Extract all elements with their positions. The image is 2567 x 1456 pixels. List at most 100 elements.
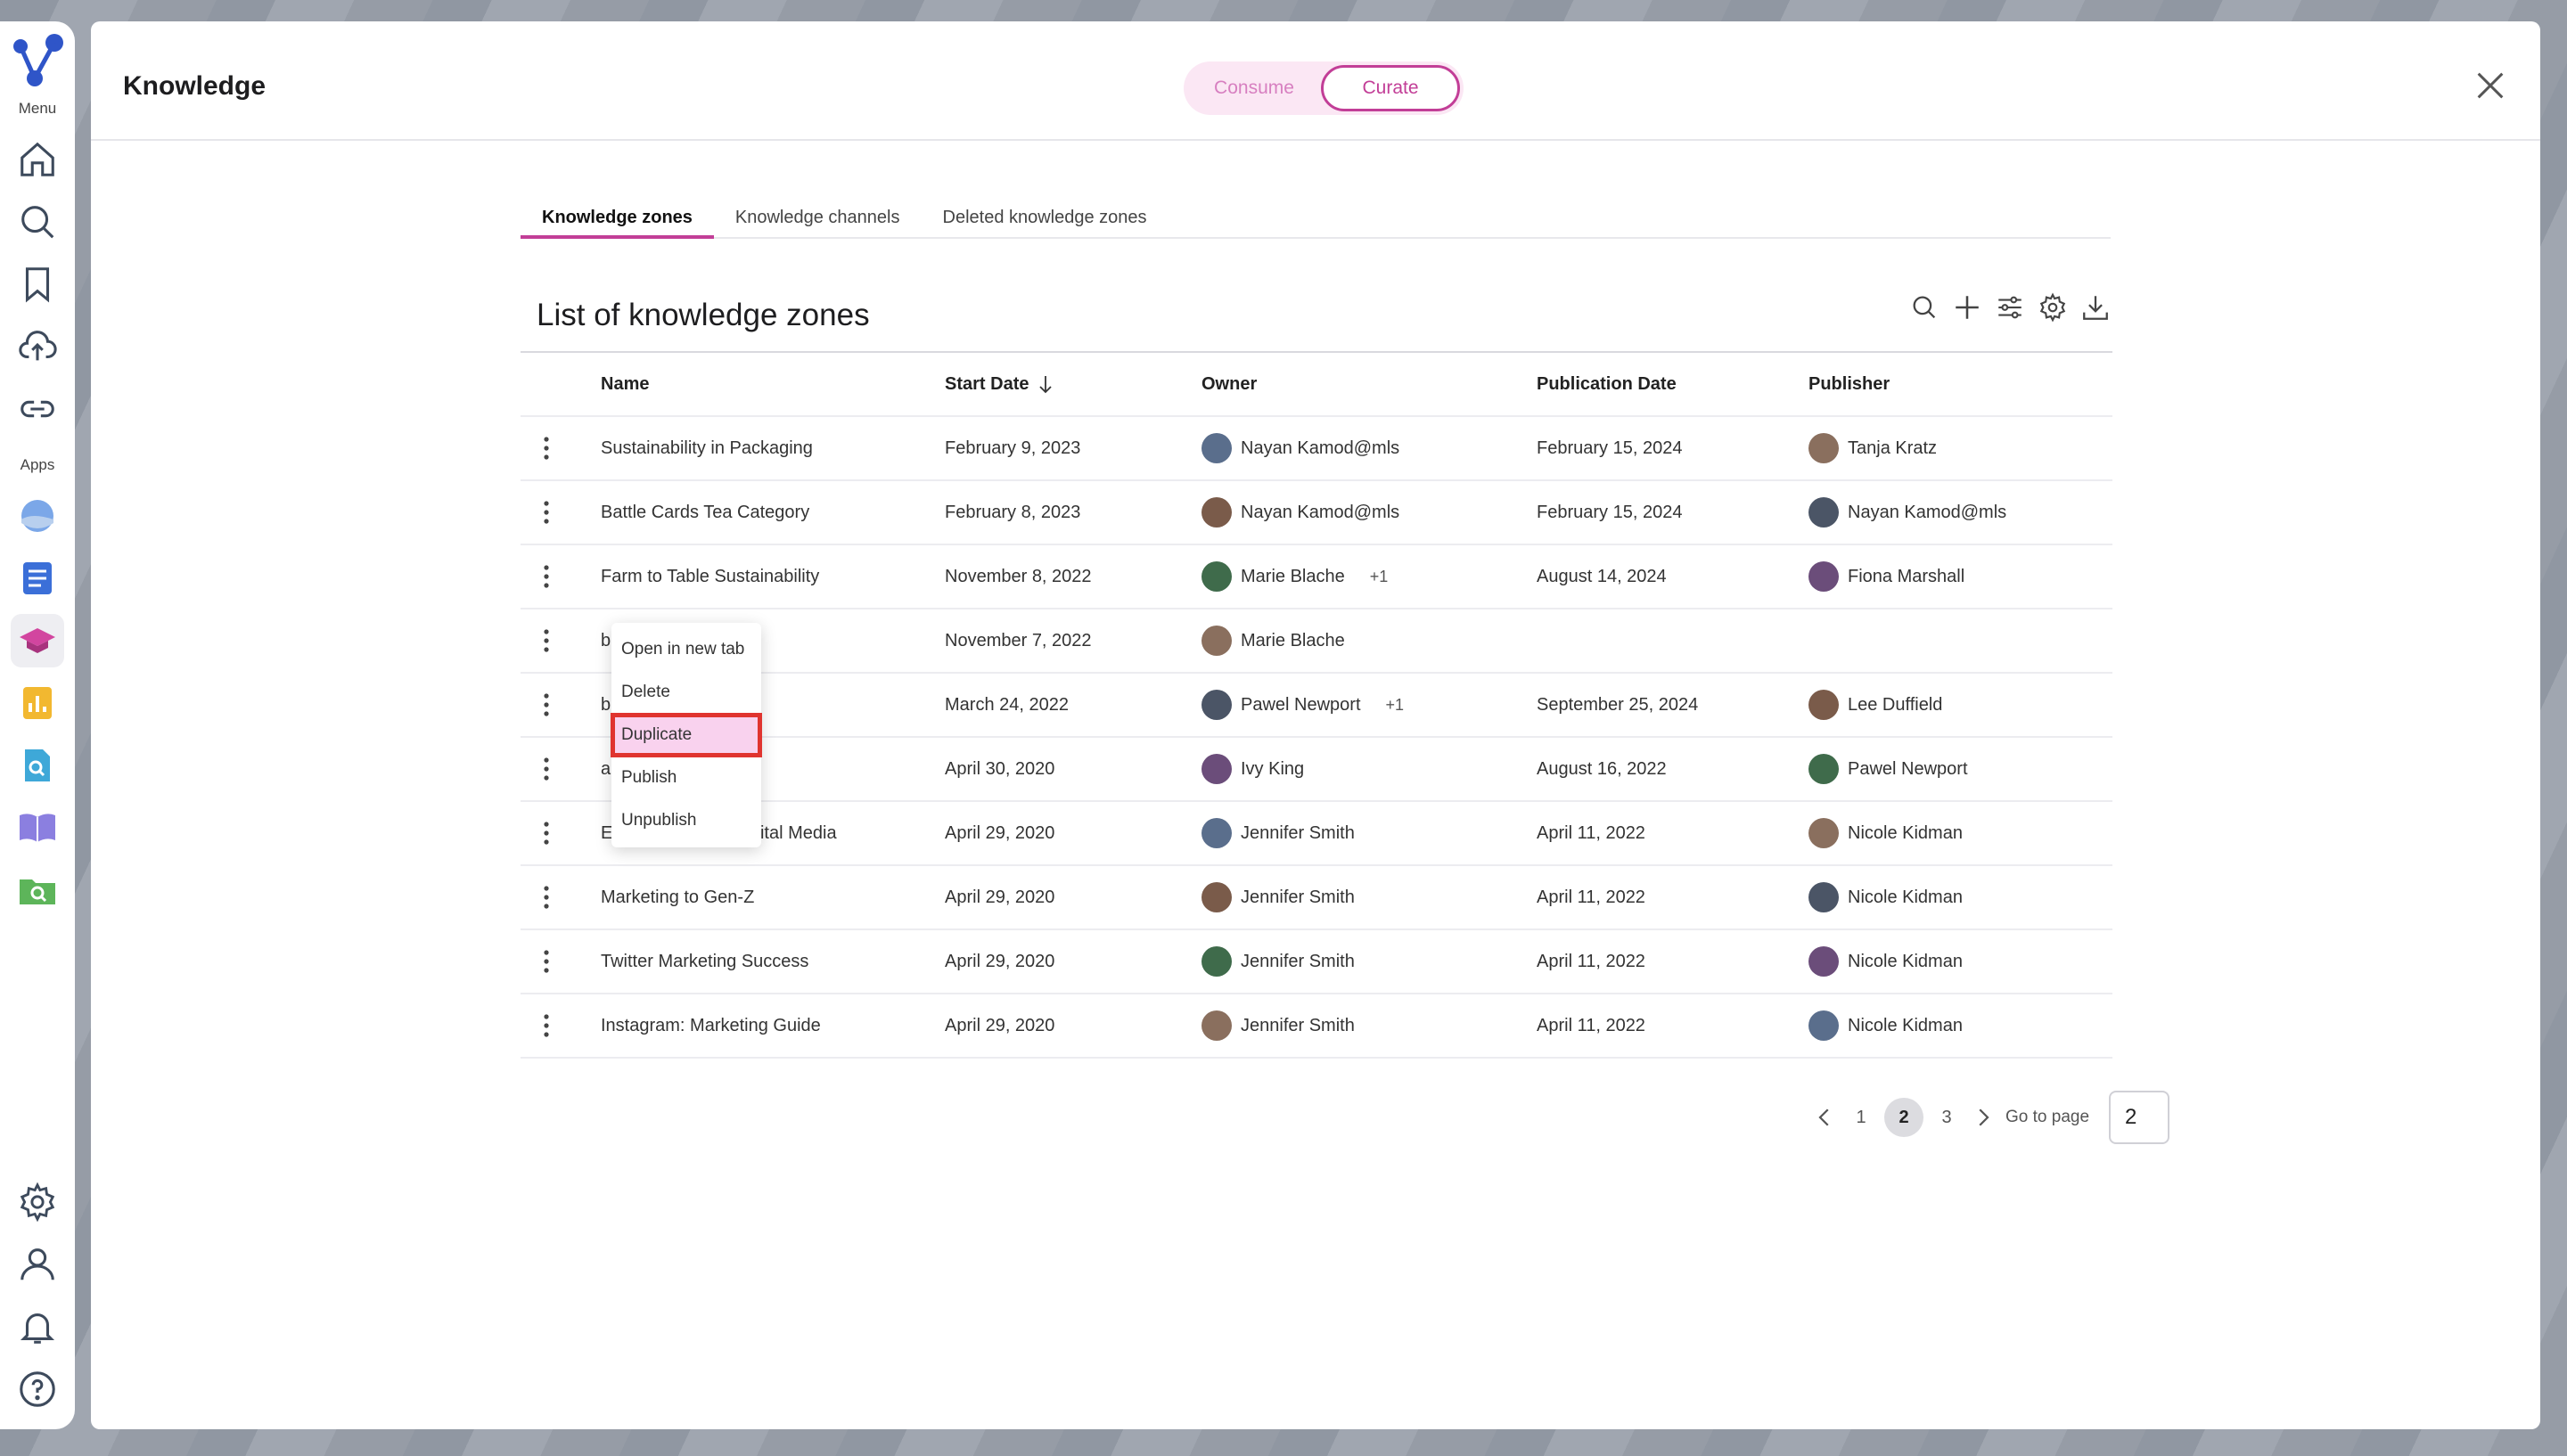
menu-item-delete[interactable]: Delete [611,671,761,714]
home-nav[interactable] [11,133,64,186]
row-actions-button[interactable] [533,674,560,736]
page-2-button[interactable]: 2 [1884,1098,1923,1137]
owner-name: Pawel Newport [1241,695,1361,715]
settings-button[interactable] [2038,292,2068,323]
app-folder-search[interactable] [11,863,64,917]
upload-nav[interactable] [11,320,64,373]
kebab-menu-icon [544,437,549,460]
knowledge-cap-app-icon [20,628,55,653]
row-actions-button[interactable] [533,994,560,1057]
search-nav[interactable] [11,195,64,249]
row-actions-button[interactable] [533,609,560,672]
table-row[interactable]: Twitter Marketing Success April 29, 2020 J… [521,930,2112,994]
publisher-name: Nayan Kamod@mls [1848,503,2007,522]
column-header-publication-date[interactable]: Publication Date [1537,353,1677,415]
publisher-name: Nicole Kidman [1848,888,1963,907]
owner-name: Jennifer Smith [1241,1016,1355,1035]
download-icon [2083,296,2108,320]
search-button[interactable] [1909,292,1940,323]
page-1-button[interactable]: 1 [1841,1098,1881,1137]
app-library[interactable] [11,801,64,855]
add-button[interactable] [1952,292,1982,323]
column-header-start-date[interactable]: Start Date [945,353,1054,415]
zone-name[interactable]: Farm to Table Sustainability [601,545,819,608]
column-header-owner[interactable]: Owner [1201,353,1257,415]
publisher-name: Nicole Kidman [1848,1016,1963,1035]
avatar [1808,1010,1839,1041]
owner-name: Nayan Kamod@mls [1241,438,1400,458]
owner-name: Jennifer Smith [1241,952,1355,971]
zone-name[interactable]: Twitter Marketing Success [601,930,808,993]
column-header-publisher[interactable]: Publisher [1808,353,1890,415]
list-title: List of knowledge zones [537,298,870,332]
avatar [1201,882,1232,912]
profile-nav[interactable] [11,1238,64,1291]
chevron-right-icon[interactable] [1970,1104,1997,1131]
app-documents[interactable] [11,552,64,605]
app-weather[interactable] [11,489,64,543]
row-context-menu: Open in new tab Delete Duplicate Publish… [611,623,762,847]
tab-knowledge-zones[interactable]: Knowledge zones [521,200,714,239]
bookmarks-nav[interactable] [11,258,64,311]
publication-date: April 11, 2022 [1537,1016,1645,1035]
zone-name[interactable]: Instagram: Marketing Guide [601,994,821,1057]
app-analytics[interactable] [11,676,64,730]
home-icon [21,142,54,176]
table-row[interactable]: Instagram: Marketing Guide April 29, 2020… [521,994,2112,1059]
menu-item-duplicate[interactable]: Duplicate [611,713,762,757]
settings-nav[interactable] [11,1175,64,1229]
row-actions-button[interactable] [533,866,560,928]
close-icon[interactable] [2473,68,2508,103]
app-file-search[interactable] [11,739,64,792]
consume-mode-button[interactable]: Consume [1187,65,1321,111]
row-actions-button[interactable] [533,930,560,993]
menu-item-publish[interactable]: Publish [611,757,761,799]
menu-item-unpublish[interactable]: Unpublish [611,799,761,842]
kebab-menu-icon [544,757,549,781]
rail-bottom [11,1171,64,1420]
owner-extra-count[interactable]: +1 [1370,545,1389,608]
table-row[interactable]: Sustainability in Packaging February 9, 2… [521,417,2112,481]
row-actions-button[interactable] [533,738,560,800]
app-knowledge[interactable] [11,614,64,667]
notifications-nav[interactable] [11,1300,64,1354]
download-button[interactable] [2080,292,2111,323]
curate-mode-button[interactable]: Curate [1321,65,1460,111]
avatar [1808,497,1839,528]
table-row[interactable]: Farm to Table Sustainability November 8, … [521,545,2112,609]
kebab-menu-icon [544,886,549,909]
cloud-upload-icon [19,331,57,361]
zone-name[interactable]: Marketing to Gen-Z [601,866,754,928]
gear-icon [2039,292,2066,323]
row-actions-button[interactable] [533,481,560,544]
table-row[interactable]: Battle Cards Tea Category February 8, 202… [521,481,2112,545]
table-row[interactable]: Marketing to Gen-Z April 29, 2020 Jennifer… [521,866,2112,930]
publication-date: April 11, 2022 [1537,823,1645,843]
zone-name[interactable]: Battle Cards Tea Category [601,481,809,544]
tab-knowledge-channels[interactable]: Knowledge channels [714,200,922,239]
page-3-button[interactable]: 3 [1927,1098,1966,1137]
document-app-icon [23,562,52,594]
links-nav[interactable] [11,382,64,436]
owner-extra-count[interactable]: +1 [1386,674,1405,736]
app-rail: Menu Apps [0,21,75,1429]
chevron-left-icon[interactable] [1811,1104,1838,1131]
owner-name: Marie Blache [1241,567,1345,586]
help-nav[interactable] [11,1362,64,1416]
link-icon [21,400,54,418]
tab-deleted-knowledge-zones[interactable]: Deleted knowledge zones [922,200,1169,239]
row-actions-button[interactable] [533,417,560,479]
row-actions-button[interactable] [533,545,560,608]
row-actions-button[interactable] [533,802,560,864]
zone-name[interactable]: Sustainability in Packaging [601,417,813,479]
publication-date: April 11, 2022 [1537,952,1645,971]
avatar [1201,690,1232,720]
go-to-page-input[interactable]: 2 [2109,1091,2170,1144]
brand-logo-icon[interactable] [8,32,67,91]
column-header-name[interactable]: Name [601,353,649,415]
filter-button[interactable] [1995,292,2025,323]
publication-date: February 15, 2024 [1537,503,1683,522]
menu-item-open-new-tab[interactable]: Open in new tab [611,628,761,671]
owner-cell: Jennifer Smith [1201,802,1355,864]
avatar [1201,754,1232,784]
